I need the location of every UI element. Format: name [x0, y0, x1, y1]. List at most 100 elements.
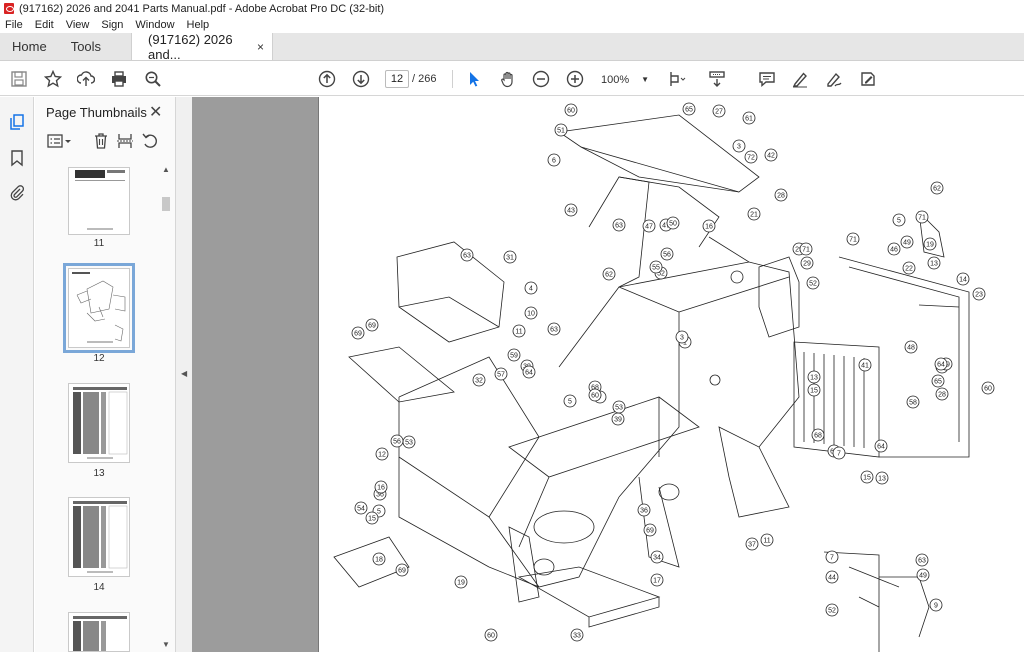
thumbnail-page-11[interactable] — [68, 167, 130, 235]
callout-label: 5 — [897, 218, 901, 225]
callout-label: 31 — [506, 255, 514, 262]
callout-label: 6 — [552, 158, 556, 165]
pdf-page: 60 51 6 65 27 61 3 72 42 28 21 43 47 47 50 16 29 63 62 52 56… — [318, 97, 1024, 652]
menu-help[interactable]: Help — [187, 19, 210, 31]
callout-label: 13 — [810, 375, 818, 382]
callout-label: 13 — [878, 476, 886, 483]
bookmark-star-icon[interactable] — [42, 68, 64, 90]
zoom-out-icon[interactable] — [530, 68, 552, 90]
thumbnail-scrollbar[interactable]: ▲ ▼ — [160, 165, 174, 652]
callout-label: 48 — [907, 345, 915, 352]
thumbnail-page-13[interactable] — [68, 383, 130, 463]
callout-label: 3 — [680, 335, 684, 342]
tab-document[interactable]: (917162) 2026 and... × — [131, 32, 274, 62]
callout-label: 16 — [377, 485, 385, 492]
callout-label: 64 — [877, 444, 885, 451]
thumbnail-page-12[interactable] — [63, 263, 135, 353]
attachment-icon[interactable] — [8, 183, 26, 201]
scrollbar-thumb[interactable] — [162, 197, 170, 211]
comment-icon[interactable] — [756, 68, 778, 90]
callout-label: 13 — [930, 261, 938, 268]
callout-label: 23 — [975, 292, 983, 299]
thumbnail-page-15[interactable] — [68, 612, 130, 652]
callout-label: 54 — [357, 506, 365, 513]
menu-view[interactable]: View — [66, 19, 90, 31]
search-zoom-icon[interactable] — [142, 68, 164, 90]
menu-sign[interactable]: Sign — [101, 19, 123, 31]
delete-page-icon[interactable] — [92, 132, 110, 150]
callout-label: 65 — [685, 107, 693, 114]
tab-tools[interactable]: Tools — [59, 33, 113, 60]
window-title-bar: (917162) 2026 and 2041 Parts Manual.pdf … — [0, 0, 1024, 17]
toolbar: 12 / 266 100% ▼ — [0, 62, 1024, 96]
upload-icon[interactable] — [75, 68, 97, 90]
thumbnail-page-14[interactable] — [68, 497, 130, 577]
rotate-icon[interactable] — [141, 132, 159, 150]
document-viewport[interactable]: 60 51 6 65 27 61 3 72 42 28 21 43 47 47 50 16 29 63 62 52 56… — [192, 97, 1024, 652]
callout-label: 46 — [890, 247, 898, 254]
zoom-in-icon[interactable] — [564, 68, 586, 90]
chevron-down-icon: ▼ — [641, 75, 650, 84]
callout-label: 65 — [934, 379, 942, 386]
callout-label: 58 — [909, 400, 917, 407]
callout-label: 14 — [959, 277, 967, 284]
page-thumbnails-icon[interactable] — [8, 113, 26, 131]
page-fit-icon[interactable] — [666, 68, 688, 90]
callout-label: 7 — [837, 451, 841, 458]
callout-label: 43 — [567, 208, 575, 215]
callout-label: 56 — [393, 439, 401, 446]
callout-label: 16 — [705, 224, 713, 231]
menu-edit[interactable]: Edit — [35, 19, 54, 31]
prev-page-icon[interactable] — [316, 68, 338, 90]
insert-page-icon[interactable] — [116, 132, 134, 150]
tab-close-icon[interactable]: × — [257, 40, 264, 54]
callout-label: 62 — [933, 186, 941, 193]
callout-label: 68 — [814, 433, 822, 440]
callout-label: 15 — [368, 516, 376, 523]
menu-file[interactable]: File — [5, 19, 23, 31]
bookmark-icon[interactable] — [8, 149, 26, 167]
callout-label: 28 — [777, 193, 785, 200]
next-page-icon[interactable] — [350, 68, 372, 90]
hand-icon[interactable] — [497, 68, 519, 90]
callout-label: 59 — [510, 353, 518, 360]
callout-label: 69 — [354, 331, 362, 338]
thumbnail-label: 11 — [93, 238, 105, 249]
scroll-down-icon[interactable]: ▼ — [162, 640, 170, 649]
callout-label: 64 — [937, 362, 945, 369]
callout-label: 34 — [653, 555, 661, 562]
callout-label: 36 — [640, 508, 648, 515]
collapse-panel-icon[interactable]: ◀ — [181, 369, 187, 378]
fill-sign-icon[interactable] — [857, 68, 879, 90]
zoom-level-select[interactable]: 100% ▼ — [601, 71, 651, 88]
panel-splitter[interactable]: ◀ — [176, 97, 192, 652]
callout-label: 10 — [527, 311, 535, 318]
callout-label: 71 — [849, 237, 857, 244]
callout-label: 28 — [938, 392, 946, 399]
callout-label: 61 — [745, 116, 753, 123]
scroll-up-icon[interactable]: ▲ — [162, 165, 170, 174]
callout-label: 55 — [652, 265, 660, 272]
callout-label: 64 — [525, 370, 533, 377]
callout-label: 71 — [918, 215, 926, 222]
scroll-mode-icon[interactable] — [706, 68, 728, 90]
callout-label: 53 — [405, 440, 413, 447]
callout-label: 32 — [475, 378, 483, 385]
tab-home[interactable]: Home — [0, 33, 59, 60]
callout-label: 69 — [368, 323, 376, 330]
callout-label: 11 — [515, 329, 522, 336]
sign-icon[interactable] — [823, 68, 845, 90]
zoom-level-value: 100% — [601, 73, 630, 86]
select-cursor-icon[interactable] — [463, 68, 485, 90]
highlight-pen-icon[interactable] — [789, 68, 811, 90]
save-icon[interactable] — [8, 68, 30, 90]
menu-window[interactable]: Window — [135, 19, 174, 31]
close-icon[interactable]: ✕ — [149, 102, 162, 122]
print-icon[interactable] — [108, 68, 130, 90]
callout-label: 7 — [830, 555, 834, 562]
callout-label: 63 — [463, 253, 471, 260]
callout-label: 19 — [926, 242, 934, 249]
thumbnail-options-icon[interactable] — [47, 132, 73, 150]
page-number-input[interactable]: 12 — [385, 70, 409, 88]
callout-label: 5 — [568, 399, 572, 406]
